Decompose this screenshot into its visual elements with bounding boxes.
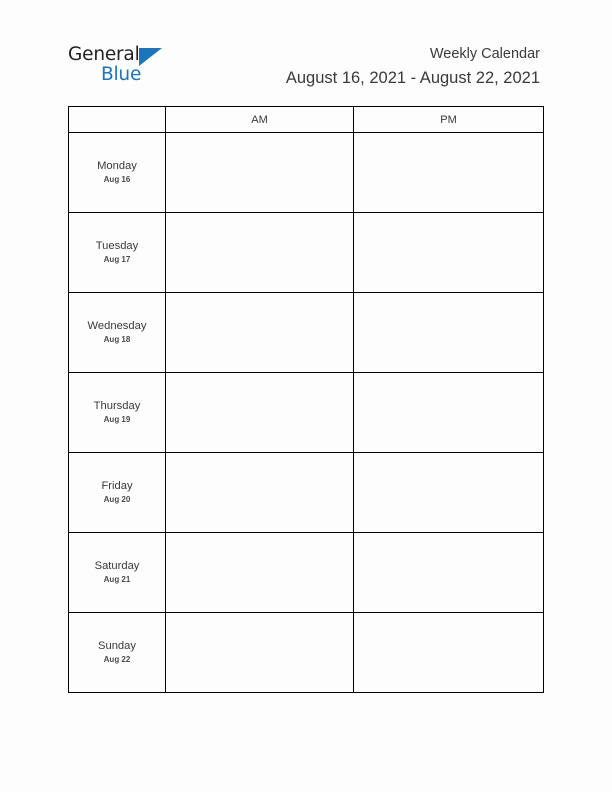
am-slot-cell[interactable]	[165, 372, 354, 453]
day-name: Tuesday	[95, 240, 139, 252]
day-label-cell: Friday Aug 20	[68, 452, 166, 533]
day-name: Wednesday	[87, 320, 147, 332]
am-slot-cell[interactable]	[165, 612, 354, 693]
day-date: Aug 22	[103, 655, 131, 664]
pm-slot-cell[interactable]	[353, 212, 544, 293]
pm-slot-cell[interactable]	[353, 612, 544, 693]
day-date: Aug 19	[103, 415, 131, 424]
day-label-cell: Sunday Aug 22	[68, 612, 166, 693]
logo-text-blue: Blue	[101, 64, 142, 85]
day-date: Aug 16	[103, 175, 131, 184]
day-name: Thursday	[93, 400, 141, 412]
day-label-cell: Thursday Aug 19	[68, 372, 166, 453]
header-cell-day	[68, 106, 166, 133]
weekly-calendar-table: AM PM Monday Aug 16 Tuesday Aug 17 Wedne…	[68, 106, 544, 693]
pm-slot-cell[interactable]	[353, 452, 544, 533]
page-header: General Blue Weekly Calendar August 16, …	[68, 44, 544, 100]
am-slot-cell[interactable]	[165, 452, 354, 533]
table-row: Sunday Aug 22	[68, 612, 544, 693]
table-row: Friday Aug 20	[68, 452, 544, 533]
pm-slot-cell[interactable]	[353, 132, 544, 213]
page-title: Weekly Calendar	[429, 46, 540, 62]
table-row: Thursday Aug 19	[68, 372, 544, 453]
table-row: Tuesday Aug 17	[68, 212, 544, 293]
day-date: Aug 17	[103, 255, 131, 264]
logo-text-general: General	[68, 44, 140, 65]
day-label-cell: Wednesday Aug 18	[68, 292, 166, 373]
table-header-row: AM PM	[68, 106, 544, 133]
general-blue-logo: General Blue	[68, 44, 178, 90]
am-slot-cell[interactable]	[165, 532, 354, 613]
day-date: Aug 21	[103, 575, 131, 584]
am-slot-cell[interactable]	[165, 132, 354, 213]
header-cell-pm: PM	[353, 106, 544, 133]
triangle-icon	[139, 48, 162, 66]
pm-slot-cell[interactable]	[353, 292, 544, 373]
day-label-cell: Monday Aug 16	[68, 132, 166, 213]
header-cell-am: AM	[165, 106, 354, 133]
day-date: Aug 18	[103, 335, 131, 344]
table-row: Wednesday Aug 18	[68, 292, 544, 373]
date-range-subtitle: August 16, 2021 - August 22, 2021	[285, 69, 540, 87]
table-row: Saturday Aug 21	[68, 532, 544, 613]
am-slot-cell[interactable]	[165, 292, 354, 373]
pm-slot-cell[interactable]	[353, 532, 544, 613]
pm-slot-cell[interactable]	[353, 372, 544, 453]
day-name: Saturday	[94, 560, 140, 572]
day-label-cell: Saturday Aug 21	[68, 532, 166, 613]
day-name: Sunday	[98, 640, 136, 652]
title-block: Weekly Calendar August 16, 2021 - August…	[286, 44, 540, 90]
day-name: Friday	[101, 480, 133, 492]
day-date: Aug 20	[103, 495, 131, 504]
am-slot-cell[interactable]	[165, 212, 354, 293]
day-name: Monday	[97, 160, 137, 172]
calendar-page: General Blue Weekly Calendar August 16, …	[0, 0, 612, 792]
day-label-cell: Tuesday Aug 17	[68, 212, 166, 293]
table-row: Monday Aug 16	[68, 132, 544, 213]
